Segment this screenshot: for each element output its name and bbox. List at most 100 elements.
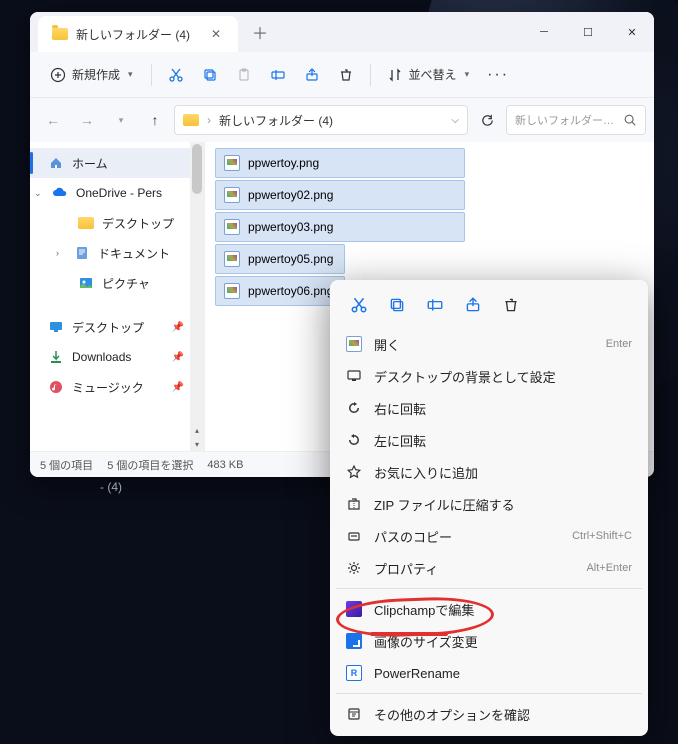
window-subtitle: - (4) [100,480,122,494]
sidebar-item-onedrive[interactable]: ⌄ OneDrive - Pers [30,178,204,208]
close-button[interactable]: ✕ [610,16,654,48]
file-name: ppwertoy05.png [248,252,333,266]
new-button[interactable]: 新規作成 ▾ [40,59,143,91]
more-button[interactable]: ··· [479,59,517,91]
context-cut-button[interactable] [342,290,376,320]
forward-button[interactable]: → [72,105,102,135]
clipchamp-icon [346,601,362,617]
context-item-properties[interactable]: プロパティ Alt+Enter [336,552,642,584]
context-item-more-options[interactable]: その他のオプションを確認 [336,698,642,730]
up-button[interactable]: ↑ [140,105,170,135]
image-icon [346,336,362,352]
toolbar: 新規作成 ▾ 並べ替え ▾ ··· [30,52,654,98]
context-item-rotate-left[interactable]: 左に回転 [336,424,642,456]
tab-close-button[interactable]: ✕ [208,26,224,42]
paste-icon [236,67,252,83]
trash-icon [502,296,520,314]
chevron-down-icon[interactable]: ⌄ [34,188,44,199]
search-placeholder: 新しいフォルダー (4)... [515,112,617,128]
context-item-zip[interactable]: ZIP ファイルに圧縮する [336,488,642,520]
sidebar: ホーム ⌄ OneDrive - Pers デスクトップ › ドキュメント ピク… [30,142,205,451]
separator [370,64,371,86]
sidebar-item-downloads[interactable]: Downloads 📌 [30,342,204,372]
shortcut: Ctrl+Shift+C [572,530,632,542]
sidebar-item-home[interactable]: ホーム [30,148,204,178]
divider [336,693,642,694]
tab-active[interactable]: 新しいフォルダー (4) ✕ [38,16,238,52]
context-delete-button[interactable] [494,290,528,320]
file-row[interactable]: ppwertoy05.png [215,244,345,274]
pictures-icon [78,275,94,291]
refresh-icon [480,113,495,128]
context-rename-button[interactable] [418,290,452,320]
copy-button[interactable] [194,59,226,91]
recent-button[interactable]: ▾ [106,105,136,135]
search-input[interactable]: 新しいフォルダー (4)... [506,105,646,135]
minimize-button[interactable]: ─ [522,16,566,48]
new-label: 新規作成 [72,66,120,83]
sidebar-item-music[interactable]: ミュージック 📌 [30,372,204,402]
folder-icon [78,217,94,229]
new-tab-button[interactable]: ＋ [246,18,274,46]
rename-button[interactable] [262,59,294,91]
file-name: ppwertoy06.png [248,284,333,298]
context-label: デスクトップの背景として設定 [374,367,556,386]
sidebar-scrollbar[interactable]: ▴ ▾ [190,142,204,451]
back-button[interactable]: ← [38,105,68,135]
file-name: ppwertoy.png [248,156,319,170]
context-copy-button[interactable] [380,290,414,320]
scroll-up-icon[interactable]: ▴ [190,423,204,437]
resize-icon [346,633,362,649]
context-item-copy-path[interactable]: パスのコピー Ctrl+Shift+C [336,520,642,552]
context-share-button[interactable] [456,290,490,320]
sort-icon [387,67,403,83]
context-label: プロパティ [374,559,438,578]
folder-icon [52,28,68,40]
copy-icon [202,67,218,83]
status-size: 483 KB [207,459,243,471]
context-item-open[interactable]: 開く Enter [336,328,642,360]
status-selection: 5 個の項目を選択 [107,457,193,473]
pin-icon: 📌 [172,322,184,333]
sidebar-label: デスクトップ [102,215,174,232]
refresh-button[interactable] [472,105,502,135]
cut-button[interactable] [160,59,192,91]
scissors-icon [168,67,184,83]
context-item-powerrename[interactable]: PowerRename [336,657,642,689]
sidebar-label: ミュージック [72,379,144,396]
file-row[interactable]: ppwertoy.png [215,148,465,178]
context-item-clipchamp[interactable]: Clipchampで編集 [336,593,642,625]
plus-circle-icon [50,67,66,83]
maximize-button[interactable]: ☐ [566,16,610,48]
scroll-down-icon[interactable]: ▾ [190,437,204,451]
document-icon [74,245,90,261]
sidebar-item-documents[interactable]: › ドキュメント [30,238,204,268]
chevron-down-icon: ▾ [128,69,133,80]
sidebar-item-desktop-sub[interactable]: デスクトップ [30,208,204,238]
rename-icon [270,67,286,83]
sidebar-label: Downloads [72,350,131,364]
sidebar-label: ドキュメント [98,245,170,262]
delete-button[interactable] [330,59,362,91]
sidebar-label: ホーム [72,155,108,172]
scrollbar-thumb[interactable] [192,144,202,194]
chevron-right-icon[interactable]: › [56,248,66,258]
sort-button[interactable]: 並べ替え ▾ [379,59,478,91]
context-item-rotate-right[interactable]: 右に回転 [336,392,642,424]
pin-icon: 📌 [172,382,184,393]
address-bar[interactable]: › 新しいフォルダー (4) ⌵ [174,105,468,135]
separator [151,64,152,86]
context-item-image-resize[interactable]: 画像のサイズ変更 [336,625,642,657]
paste-button[interactable] [228,59,260,91]
context-item-favorite[interactable]: お気に入りに追加 [336,456,642,488]
context-item-wallpaper[interactable]: デスクトップの背景として設定 [336,360,642,392]
properties-icon [346,560,362,576]
sidebar-item-pictures[interactable]: ピクチャ [30,268,204,298]
file-row[interactable]: ppwertoy03.png [215,212,465,242]
file-row[interactable]: ppwertoy02.png [215,180,465,210]
share-button[interactable] [296,59,328,91]
chevron-down-icon[interactable]: ⌵ [451,115,459,126]
sidebar-item-desktop[interactable]: デスクトップ 📌 [30,312,204,342]
rename-icon [426,296,444,314]
file-row[interactable]: ppwertoy06.png [215,276,345,306]
